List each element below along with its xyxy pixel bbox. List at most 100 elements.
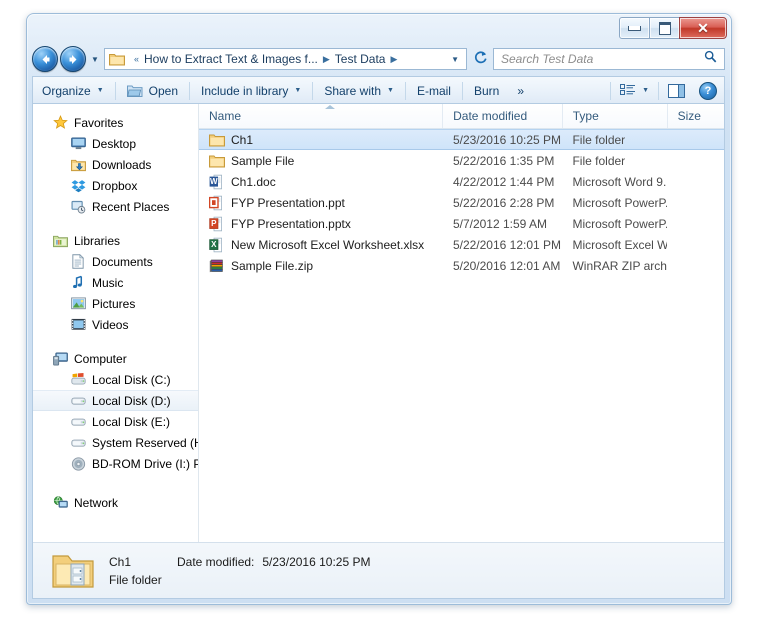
sidebar-item-bd-rom-drive-i[interactable]: BD-ROM Drive (I:) P!: [33, 453, 198, 474]
details-item-kind: File folder: [109, 572, 162, 587]
preview-pane-button[interactable]: [661, 79, 692, 103]
explorer-window-root: ✕ ▼ « How to Extract Text & Images f... …: [0, 0, 758, 633]
svg-text:P: P: [211, 219, 217, 228]
toolbar-separator: [461, 81, 463, 100]
refresh-icon: [474, 51, 487, 64]
word-doc-icon: W: [209, 174, 222, 189]
toolbar-overflow-button[interactable]: »: [508, 79, 533, 103]
file-date-cell: 5/7/2012 1:59 AM: [452, 216, 548, 231]
search-icon: [704, 50, 724, 68]
forward-button[interactable]: [60, 46, 86, 72]
navigation-pane[interactable]: Favorites Desktop Downloads Dropbox Rece…: [33, 104, 199, 598]
toolbar-separator: [114, 81, 116, 100]
open-label: Open: [148, 83, 178, 98]
breadcrumb-separator-0[interactable]: ▶: [318, 54, 335, 65]
breadcrumb-item-1[interactable]: Test Data: [335, 52, 386, 66]
column-header-date-modified[interactable]: Date modified: [443, 104, 563, 128]
sidebar-item-recent-places[interactable]: Recent Places: [33, 196, 198, 217]
details-text: Ch1 Date modified: 5/23/2016 10:25 PM Fi…: [109, 555, 370, 587]
file-type-cell: Microsoft Excel W...: [572, 237, 668, 252]
share-with-button[interactable]: Share with ▼: [315, 79, 403, 103]
sidebar-group-label: Favorites: [74, 115, 124, 130]
details-pane: Ch1 Date modified: 5/23/2016 10:25 PM Fi…: [33, 542, 724, 598]
help-button[interactable]: ?: [692, 79, 724, 103]
table-row[interactable]: Sample File 5/22/2016 1:35 PM File folde…: [199, 150, 724, 171]
column-header-size[interactable]: Size: [668, 104, 724, 128]
column-header-name[interactable]: Name: [199, 104, 444, 128]
open-button[interactable]: Open: [118, 79, 187, 103]
chevron-down-icon[interactable]: ▼: [444, 55, 466, 64]
recent-pages-dropdown[interactable]: ▼: [88, 55, 102, 64]
open-folder-icon: [126, 85, 143, 97]
computer-icon: [52, 351, 68, 367]
forward-arrow-icon: [69, 54, 76, 64]
breadcrumb-item-0[interactable]: How to Extract Text & Images f...: [144, 52, 318, 66]
include-in-library-button[interactable]: Include in library ▼: [192, 79, 310, 103]
search-input[interactable]: Search Test Data: [494, 52, 704, 66]
maximize-button[interactable]: [649, 17, 680, 39]
details-date-value: 5/23/2016 10:25 PM: [262, 554, 371, 569]
sidebar-item-documents[interactable]: Documents: [33, 251, 198, 272]
organize-button[interactable]: Organize ▼: [33, 79, 113, 103]
command-toolbar: Organize ▼ Open Include in library ▼ Sha…: [32, 76, 725, 104]
documents-icon: [70, 254, 86, 270]
email-label: E-mail: [416, 83, 451, 98]
sidebar-item-local-disk-e[interactable]: Local Disk (E:): [33, 411, 198, 432]
file-name-cell: FYP Presentation.ppt: [199, 192, 443, 213]
refresh-button[interactable]: [467, 50, 493, 68]
file-date-cell: 5/22/2016 12:01 PM: [452, 237, 562, 252]
table-row[interactable]: P FYP Presentation.pptx 5/7/2012 1:59 AM…: [199, 213, 724, 234]
sidebar-item-label: BD-ROM Drive (I:) P!: [92, 456, 198, 471]
disk-icon: [70, 414, 86, 430]
breadcrumb-overflow[interactable]: «: [129, 54, 144, 64]
sidebar-item-label: Music: [92, 275, 124, 290]
change-view-button[interactable]: ▼: [613, 79, 656, 103]
file-type-cell: File folder: [572, 132, 626, 147]
back-button[interactable]: [32, 46, 58, 72]
table-row[interactable]: X New Microsoft Excel Worksheet.xlsx 5/2…: [199, 234, 724, 255]
downloads-icon: [70, 157, 86, 173]
sidebar-group-favorites[interactable]: Favorites: [33, 112, 198, 133]
file-name: Ch1.doc: [231, 174, 276, 189]
sidebar-item-videos[interactable]: Videos: [33, 314, 198, 335]
sidebar-item-label: Local Disk (C:): [92, 372, 171, 387]
file-size-cell: [667, 150, 724, 171]
svg-text:X: X: [211, 240, 217, 249]
sidebar-item-music[interactable]: Music: [33, 272, 198, 293]
help-icon: ?: [699, 81, 717, 100]
table-row[interactable]: W Ch1.doc 4/22/2012 1:44 PM Microsoft Wo…: [199, 171, 724, 192]
sidebar-group-libraries[interactable]: Libraries: [33, 230, 198, 251]
sidebar-item-dropbox[interactable]: Dropbox: [33, 175, 198, 196]
search-box[interactable]: Search Test Data: [493, 48, 725, 70]
chevron-down-icon: ▼: [387, 87, 394, 94]
sidebar-group-computer[interactable]: Computer: [33, 348, 198, 369]
breadcrumb-separator-1[interactable]: ▶: [385, 54, 402, 65]
file-size-cell: [667, 213, 724, 234]
folder-open-icon: [52, 554, 94, 588]
table-row[interactable]: Ch1 5/23/2016 10:25 PM File folder: [199, 129, 724, 150]
file-name-cell: X New Microsoft Excel Worksheet.xlsx: [199, 234, 443, 255]
close-button[interactable]: ✕: [679, 17, 727, 39]
sidebar-item-desktop[interactable]: Desktop: [33, 133, 198, 154]
burn-label: Burn: [473, 83, 500, 98]
file-date-cell: 5/22/2016 1:35 PM: [452, 153, 555, 168]
column-header-type[interactable]: Type: [563, 104, 668, 128]
sidebar-item-system-reserved-h[interactable]: System Reserved (H:: [33, 432, 198, 453]
table-row[interactable]: FYP Presentation.ppt 5/22/2016 2:28 PM M…: [199, 192, 724, 213]
sidebar-item-label: Recent Places: [92, 199, 170, 214]
file-size-cell: [667, 171, 724, 192]
sidebar-item-downloads[interactable]: Downloads: [33, 154, 198, 175]
email-button[interactable]: E-mail: [408, 79, 460, 103]
burn-button[interactable]: Burn: [465, 79, 508, 103]
breadcrumb[interactable]: « How to Extract Text & Images f... ▶ Te…: [104, 48, 467, 70]
table-row[interactable]: Sample File.zip 5/20/2016 12:01 AM WinRA…: [199, 255, 724, 276]
sidebar-item-local-disk-d[interactable]: Local Disk (D:): [33, 390, 198, 411]
minimize-button[interactable]: [619, 17, 650, 39]
sidebar-group-network[interactable]: Network: [33, 492, 198, 513]
network-icon: [52, 495, 68, 511]
sidebar-item-pictures[interactable]: Pictures: [33, 293, 198, 314]
sidebar-item-local-disk-c[interactable]: Local Disk (C:): [33, 369, 198, 390]
